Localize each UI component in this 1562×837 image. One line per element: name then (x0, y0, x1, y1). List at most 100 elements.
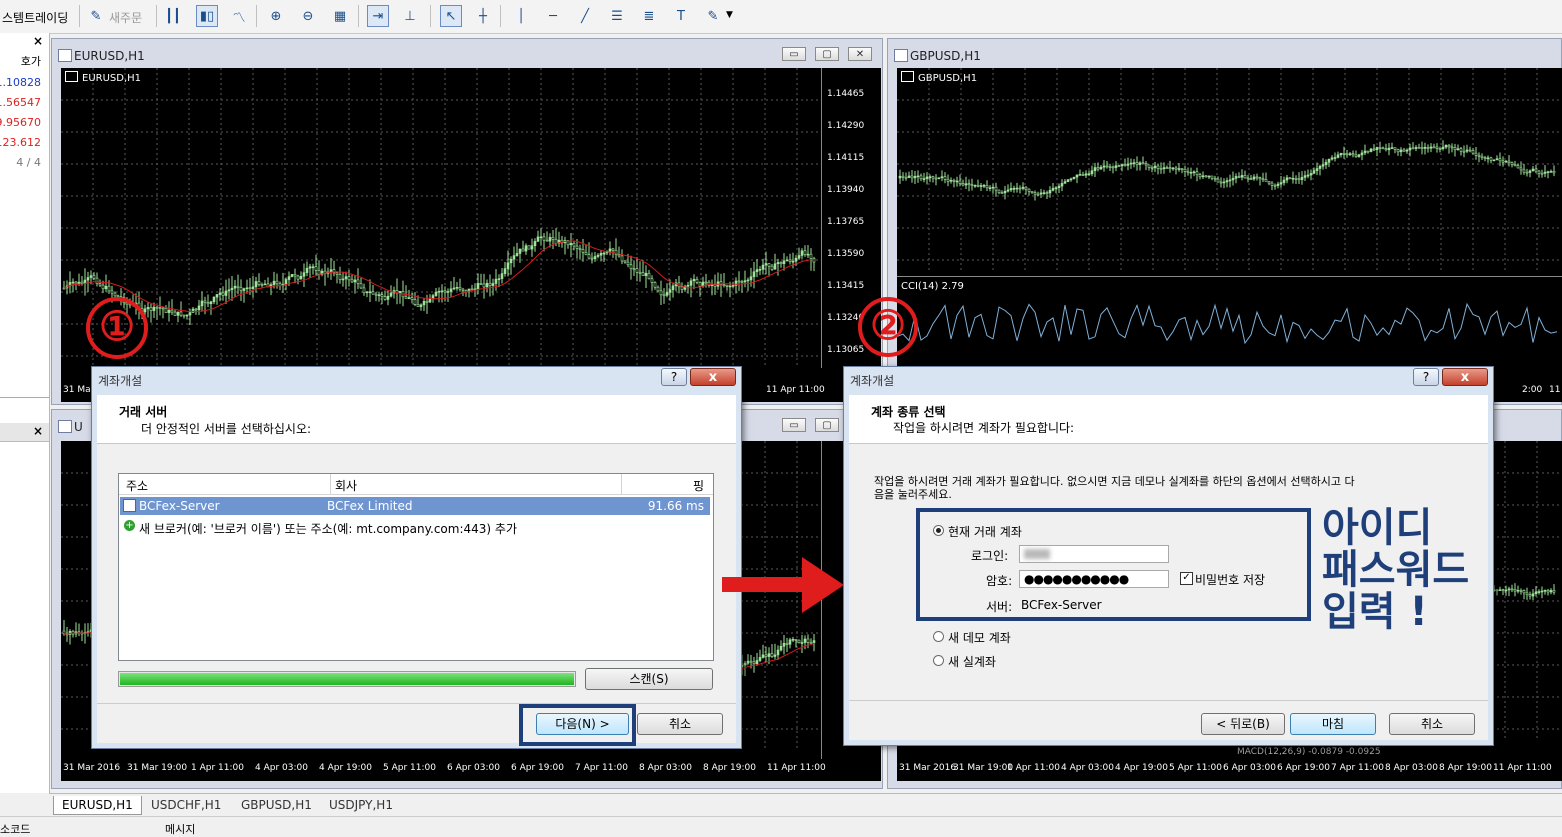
candle-body (1033, 192, 1037, 195)
candle-body (296, 275, 300, 280)
credentials-callout: 아이디 패스워드 입력 ! (1322, 507, 1469, 633)
autoscroll-icon[interactable]: ⇥ (367, 5, 389, 27)
time-label: 31 Mar 19:00 (127, 763, 188, 773)
close-icon[interactable]: × (33, 34, 43, 48)
server-list[interactable]: 주소 회사 핑 BCFex-Server BCFex Limited 91.66… (118, 473, 714, 661)
price-chart[interactable]: GBPUSD,H1 CCI(14) 2.79 2:00 11 Apr (897, 68, 1562, 402)
step-two-marker: ② (858, 297, 918, 357)
candle-body (428, 298, 432, 303)
real-account-radio[interactable] (933, 655, 944, 666)
zoom-in-icon[interactable]: ⊕ (265, 5, 287, 27)
column-header[interactable]: 주소 (126, 477, 148, 494)
cursor-icon[interactable]: ↖ (440, 5, 462, 27)
chart-window-gbpusd[interactable]: GBPUSD,H1 GBPUSD,H1 CCI(14) 2.79 2:00 11… (887, 38, 1562, 405)
close-button[interactable]: x (690, 368, 736, 386)
column-header[interactable]: 회사 (335, 477, 357, 494)
candle-body (1054, 187, 1058, 189)
shapes-icon[interactable]: ✎ (702, 5, 724, 27)
crosshair-icon[interactable]: ┼ (472, 5, 494, 27)
price-chart[interactable]: EURUSD,H1 1.14465 1.14290 1.14115 1.1394… (61, 68, 881, 402)
new-order-button[interactable]: 새주문 (109, 9, 142, 26)
candle-body (344, 276, 348, 280)
price-cell[interactable]: 1.56547 (0, 96, 41, 109)
close-button[interactable]: ✕ (848, 47, 872, 61)
list-item[interactable]: + 새 브로커(예: '브로커 이름') 또는 주소(예: mt.company… (120, 518, 710, 536)
minimize-button[interactable]: ▭ (782, 418, 806, 432)
price-cell[interactable]: 9.95670 (0, 116, 41, 129)
candle-body (1498, 589, 1502, 591)
candle-body (770, 265, 774, 270)
maximize-button[interactable]: ▢ (815, 47, 839, 61)
candle-body (95, 277, 99, 284)
candle-body (1204, 175, 1208, 178)
demo-account-radio[interactable] (933, 631, 944, 642)
help-button[interactable]: ? (1413, 368, 1439, 386)
price-cell[interactable]: 123.612 (0, 136, 41, 149)
zoom-out-icon[interactable]: ⊖ (297, 5, 319, 27)
trendline-icon[interactable]: ╱ (574, 5, 596, 27)
candle-body (1123, 164, 1127, 166)
minimize-button[interactable]: ▭ (782, 47, 806, 61)
chart-shift-icon[interactable]: ⊥ (399, 5, 421, 27)
candle-body (1138, 162, 1142, 165)
channel-icon[interactable]: ≣ (638, 5, 660, 27)
chart-window-eurusd[interactable]: EURUSD,H1 ▭ ▢ ✕ EURUSD,H1 1.14465 1.1429… (51, 38, 883, 405)
text-label-icon[interactable]: T (670, 5, 692, 27)
candle-body (731, 285, 735, 287)
cancel-button[interactable]: 취소 (637, 713, 723, 735)
tab-usdchf[interactable]: USDCHF,H1 (143, 796, 229, 814)
close-button[interactable]: x (1442, 368, 1488, 386)
fibonacci-icon[interactable]: ☰ (606, 5, 628, 27)
candle-body (1381, 147, 1385, 150)
vertical-line-icon[interactable]: │ (510, 5, 532, 27)
candle-body (569, 243, 573, 246)
candle-body (383, 296, 387, 300)
cancel-button[interactable]: 취소 (1389, 713, 1475, 735)
price-cell[interactable]: 1.10828 (0, 76, 41, 89)
bar-chart-icon[interactable]: ┃┃ (162, 5, 184, 27)
candle-body (1546, 590, 1550, 593)
dialog-header: 거래 서버 더 안정적인 서버를 선택하십시오: (97, 395, 736, 444)
time-label: 8 Apr 19:00 (1439, 763, 1492, 773)
candle-body (638, 271, 642, 274)
candlestick-icon[interactable]: ▮▯ (196, 5, 218, 27)
candle-body (1024, 186, 1028, 190)
menu-label[interactable]: 스템트레이딩 (2, 9, 68, 26)
candle-body (740, 281, 744, 283)
candle-body (764, 654, 768, 657)
candle-body (997, 189, 1001, 193)
tile-windows-icon[interactable]: ▦ (329, 5, 351, 27)
candle-body (203, 300, 207, 303)
candle-body (1315, 168, 1319, 171)
tab-usdjpy[interactable]: USDJPY,H1 (321, 796, 401, 814)
candle-body (611, 248, 615, 251)
scan-button[interactable]: 스캔(S) (585, 668, 713, 690)
close-icon[interactable]: × (33, 424, 43, 438)
tab-gbpusd[interactable]: GBPUSD,H1 (233, 796, 320, 814)
candle-body (155, 306, 159, 309)
new-order-icon[interactable]: ✎ (85, 5, 107, 27)
candle-body (776, 649, 780, 656)
candle-body (1171, 167, 1175, 170)
candle-body (365, 291, 369, 294)
chevron-down-icon[interactable]: ▼ (726, 10, 733, 20)
candle-body (575, 245, 579, 249)
horizontal-line-icon[interactable]: ─ (542, 5, 564, 27)
tab-eurusd[interactable]: EURUSD,H1 (53, 796, 142, 815)
candle-body (1114, 165, 1118, 168)
candle-body (973, 184, 977, 187)
candle-body (1282, 179, 1286, 183)
candle-body (275, 280, 279, 285)
real-account-label[interactable]: 새 실계좌 (948, 653, 996, 670)
table-row[interactable]: BCFex-Server BCFex Limited 91.66 ms (120, 497, 710, 515)
candle-body (113, 292, 117, 297)
column-header[interactable]: 핑 (693, 477, 704, 494)
maximize-button[interactable]: ▢ (815, 418, 839, 432)
help-button[interactable]: ? (661, 368, 687, 386)
back-button[interactable]: < 뒤로(B) (1201, 713, 1285, 735)
candle-body (1165, 167, 1169, 169)
finish-button[interactable]: 마침 (1290, 713, 1376, 735)
demo-account-label[interactable]: 새 데모 계좌 (948, 629, 1011, 646)
candle-body (1261, 178, 1265, 181)
line-chart-icon[interactable]: 〽 (228, 5, 250, 27)
